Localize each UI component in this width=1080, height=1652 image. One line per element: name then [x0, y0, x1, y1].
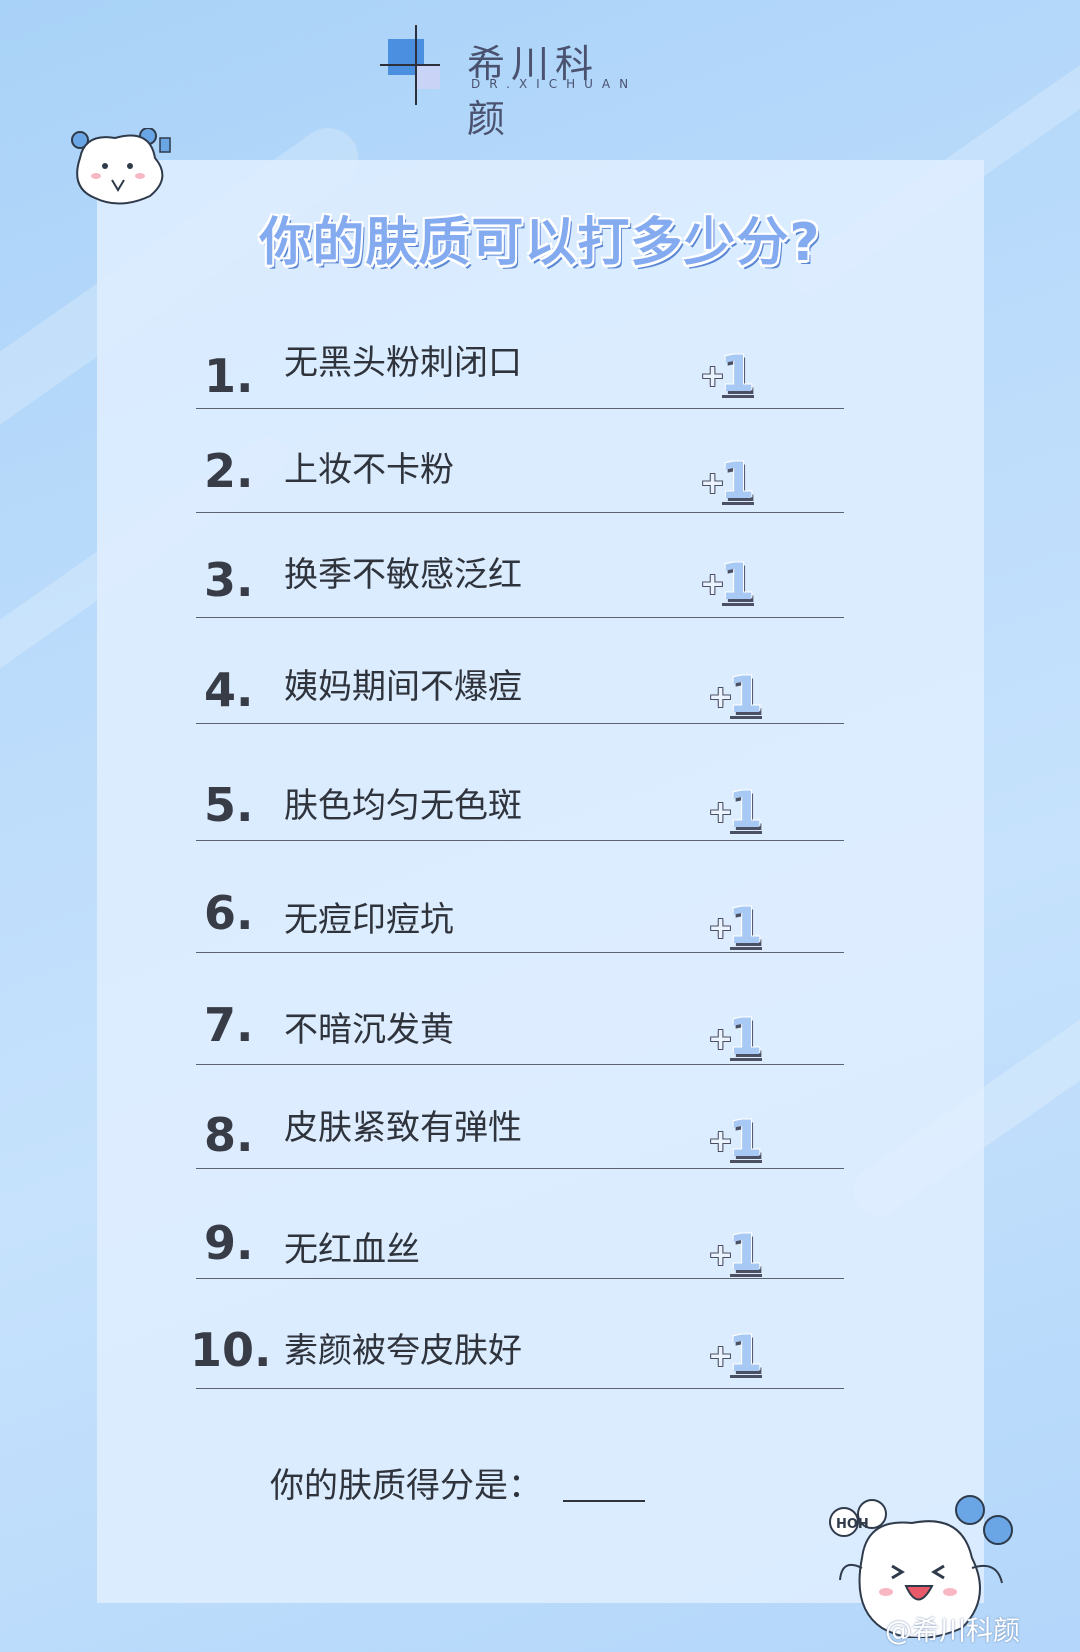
item-text: 无痘印痘坑 — [284, 900, 454, 940]
mascot-letters: HOH — [836, 1517, 869, 1532]
plus-one-badge: + 1 — [708, 1224, 768, 1282]
list-item: 7. 不暗沉发黄 + 1 — [196, 982, 844, 1066]
plus-one-badge: + 1 — [708, 1110, 768, 1168]
plus-one-badge: + 1 — [700, 452, 760, 510]
badge-underline — [730, 1274, 762, 1277]
item-text: 姨妈期间不爆痘 — [284, 667, 522, 707]
page-title: 你的肤质可以打多少分? — [259, 213, 821, 273]
badge-underline — [722, 502, 754, 505]
plus-one-badge: + 1 — [700, 345, 760, 403]
list-item: 5. 肤色均匀无色斑 + 1 — [196, 758, 844, 841]
item-number: 9. — [204, 1216, 254, 1270]
list-item: 1. 无黑头粉刺闭口 + 1 — [196, 325, 844, 409]
plus-one-badge: + 1 — [708, 1325, 768, 1383]
logo-cross-icon — [380, 25, 440, 105]
score-label: 你的肤质得分是： — [270, 1466, 542, 1506]
plus-one-badge: + 1 — [708, 781, 768, 839]
item-number: 3. — [204, 553, 254, 607]
list-item: 8. 皮肤紧致有弹性 + 1 — [196, 1086, 844, 1169]
item-text: 上妆不卡粉 — [284, 450, 454, 490]
mascot-small-icon — [71, 128, 171, 205]
item-number: 4. — [204, 663, 254, 717]
badge-underline — [730, 1160, 762, 1163]
item-number: 8. — [204, 1108, 254, 1162]
list-item: 3. 换季不敏感泛红 + 1 — [196, 535, 844, 618]
item-number: 7. — [204, 998, 254, 1052]
list-item: 4. 姨妈期间不爆痘 + 1 — [196, 645, 844, 724]
item-text: 皮肤紧致有弹性 — [284, 1108, 522, 1148]
list-item: 10. 素颜被夸皮肤好 + 1 — [190, 1303, 844, 1389]
brand-logo: 希川科颜 DR.XICHUAN — [380, 25, 640, 141]
plus-one-badge: + 1 — [708, 897, 768, 955]
item-text: 不暗沉发黄 — [284, 1010, 454, 1050]
item-text: 无红血丝 — [284, 1230, 420, 1270]
item-number: 6. — [204, 886, 254, 940]
item-number: 5. — [204, 778, 254, 832]
list-item: 2. 上妆不卡粉 + 1 — [196, 434, 844, 513]
watermark-handle: @希川科颜 — [885, 1616, 1020, 1647]
item-text: 素颜被夸皮肤好 — [284, 1331, 522, 1371]
badge-underline — [730, 1058, 762, 1061]
item-text: 换季不敏感泛红 — [284, 555, 522, 595]
score-blank-line — [563, 1500, 645, 1502]
list-item: 9. 无红血丝 + 1 — [196, 1196, 844, 1282]
badge-underline — [730, 1375, 762, 1378]
badge-underline — [730, 716, 762, 719]
badge-underline — [722, 395, 754, 398]
badge-underline — [730, 947, 762, 950]
item-number: 10. — [190, 1323, 272, 1377]
plus-one-badge: + 1 — [708, 666, 768, 724]
badge-underline — [722, 603, 754, 606]
list-item: 6. 无痘印痘坑 + 1 — [196, 870, 844, 955]
item-text: 无黑头粉刺闭口 — [284, 343, 522, 383]
plus-one-badge: + 1 — [700, 553, 760, 611]
badge-underline — [730, 831, 762, 834]
item-text: 肤色均匀无色斑 — [284, 786, 522, 826]
item-number: 1. — [204, 349, 254, 403]
item-number: 2. — [204, 444, 254, 498]
plus-one-badge: + 1 — [708, 1008, 768, 1066]
brand-name-en: DR.XICHUAN — [471, 77, 638, 91]
